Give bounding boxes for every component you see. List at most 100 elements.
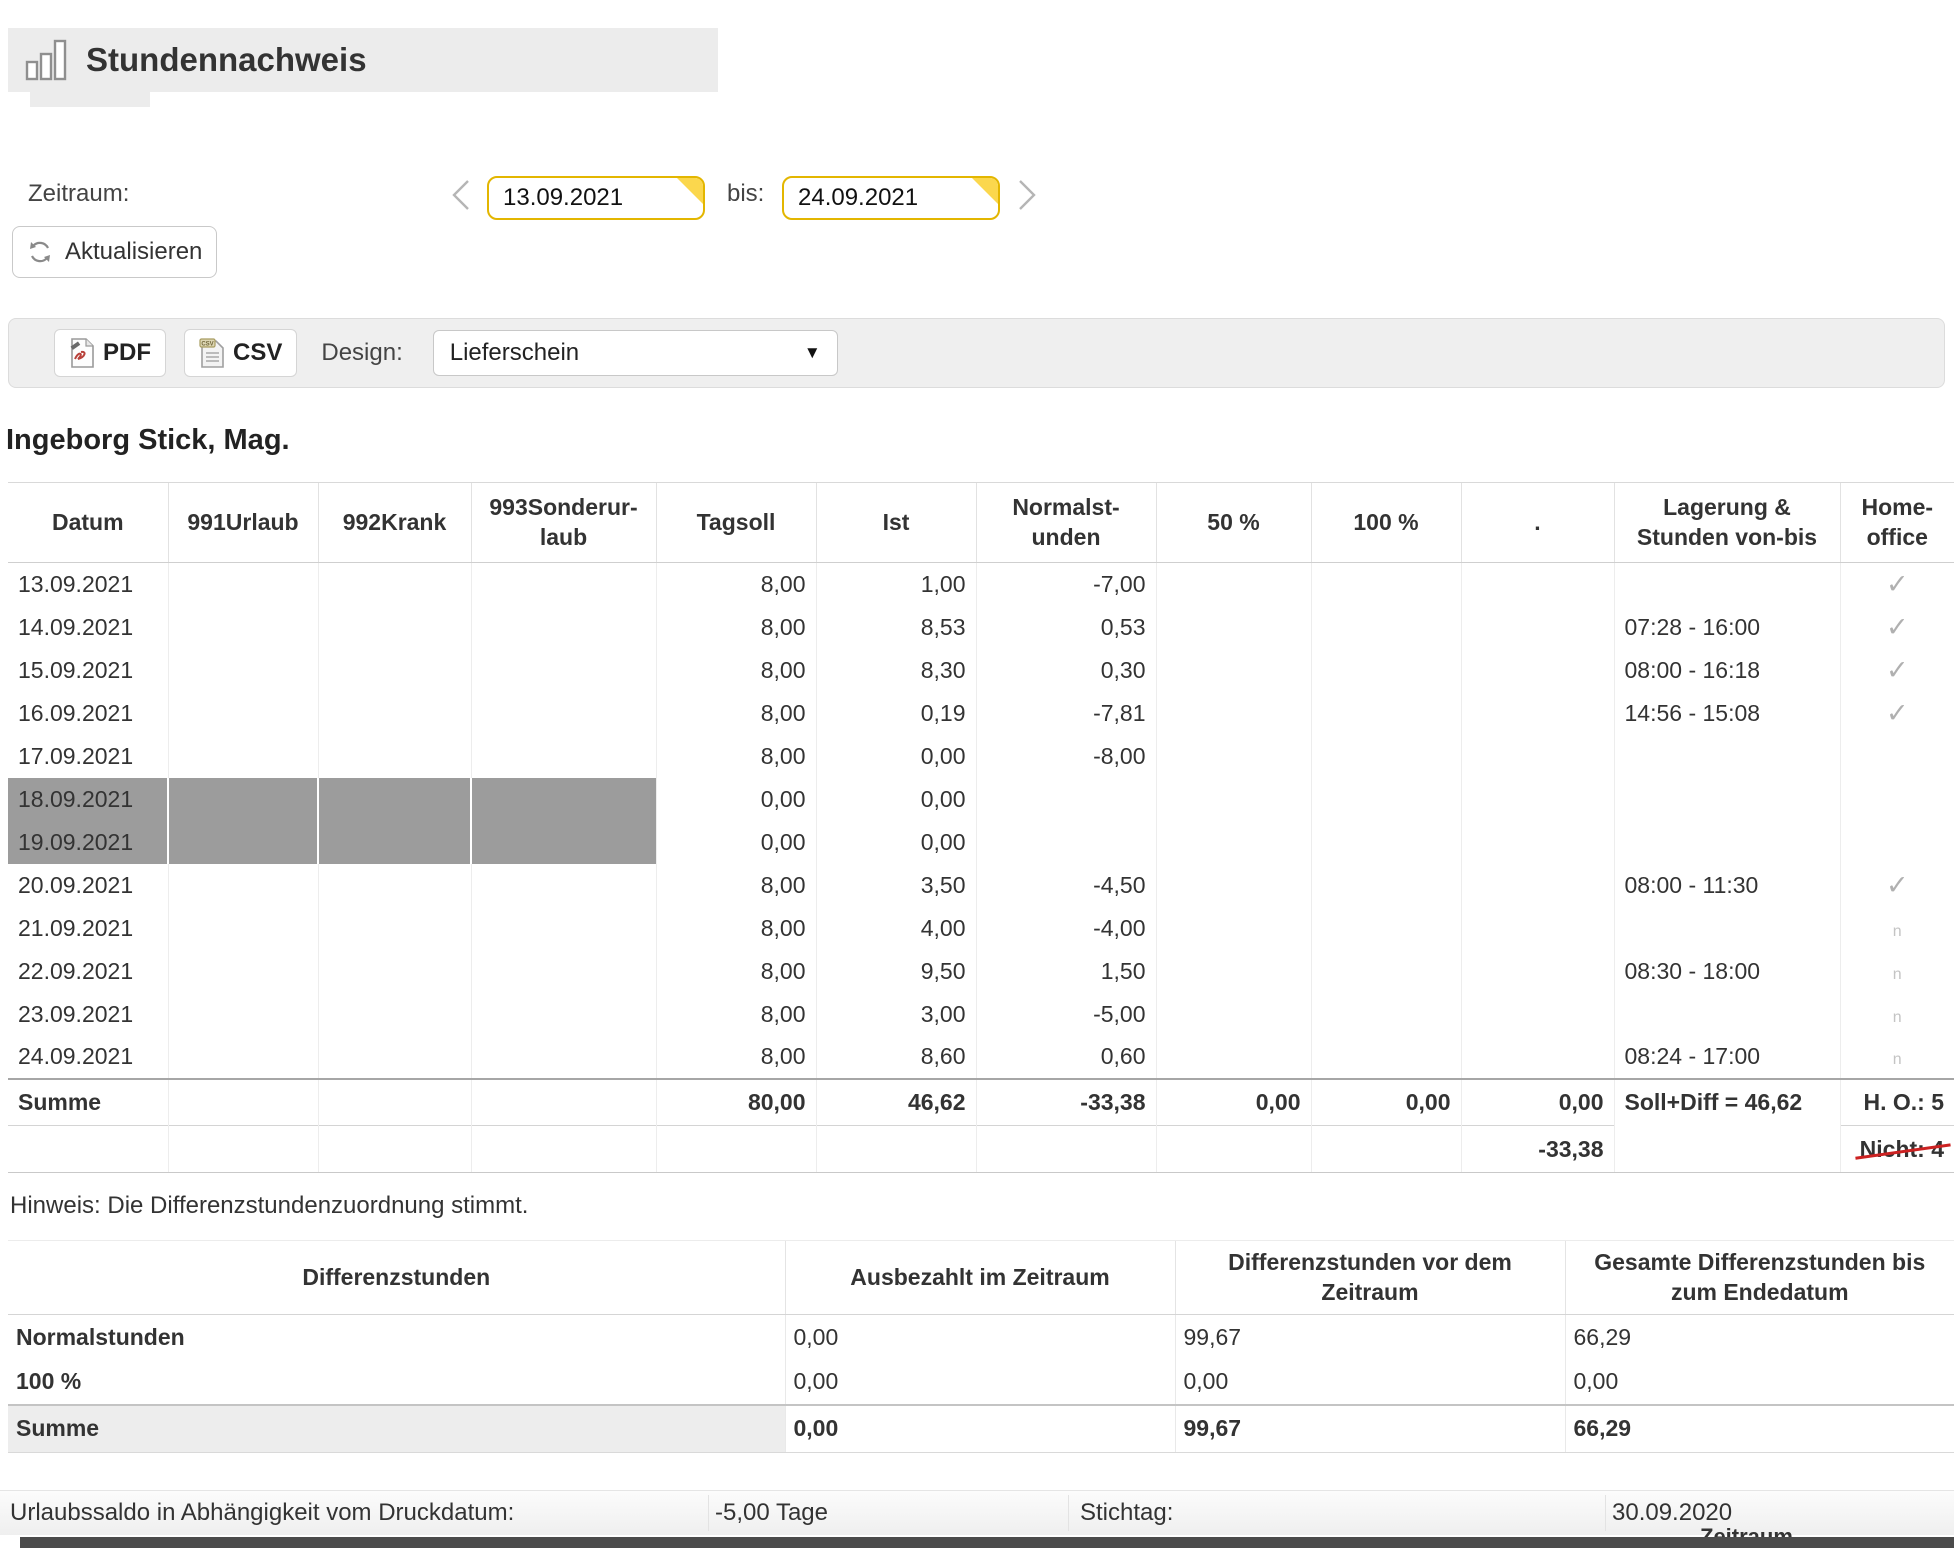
date-from-input[interactable]: 13.09.2021 [487, 176, 705, 220]
csv-export-button[interactable]: CSV CSV [184, 329, 297, 377]
cell-50-prozent [1156, 993, 1311, 1036]
column-header-zeiten: Lagerung & Stunden von-bis [1614, 483, 1840, 563]
column-header-homeoffice: Home-office [1840, 483, 1954, 563]
cell-krank-992 [318, 907, 471, 950]
cell-homeoffice [1840, 778, 1954, 821]
cell-50-prozent [1156, 1126, 1311, 1173]
cell-normalstunden [976, 821, 1156, 864]
footer-divider [1605, 1495, 1606, 1531]
csv-file-icon: CSV [199, 338, 225, 368]
cell-normalstunden: -33,38 [976, 1079, 1156, 1126]
cell-urlaub-991 [168, 821, 318, 864]
column-header-krank-992: 992Krank [318, 483, 471, 563]
cell-sonderurlaub-993 [471, 993, 656, 1036]
footer-divider [1068, 1495, 1069, 1531]
cell-100-prozent [1311, 907, 1461, 950]
timesheet-row: 24.09.20218,008,600,6008:24 - 17:00n [8, 1036, 1954, 1079]
design-label: Design: [321, 339, 402, 367]
diff-cell-ausbezahlt: 0,00 [785, 1315, 1175, 1360]
chevron-left-icon[interactable] [446, 176, 476, 214]
input-corner-fold [970, 176, 1000, 206]
timesheet-row: 19.09.20210,000,00 [8, 821, 1954, 864]
cell-normalstunden: 0,60 [976, 1036, 1156, 1079]
zeitraum-label: Zeitraum: [28, 180, 129, 208]
cell-dot [1461, 907, 1614, 950]
cell-tagsoll: 8,00 [656, 692, 816, 735]
cell-normalstunden: -8,00 [976, 735, 1156, 778]
diff-cell-differenzstunden: Summe [8, 1405, 785, 1453]
cell-normalstunden: 0,53 [976, 606, 1156, 649]
pdf-export-button[interactable]: PDF [54, 329, 166, 377]
cell-urlaub-991 [168, 950, 318, 993]
cell-normalstunden: -7,81 [976, 692, 1156, 735]
refresh-button[interactable]: Aktualisieren [12, 226, 217, 278]
cell-krank-992 [318, 993, 471, 1036]
cell-zeiten: 08:00 - 16:18 [1614, 649, 1840, 692]
nicht-count-strikethrough: Nicht: 4 [1860, 1136, 1944, 1163]
cell-sonderurlaub-993 [471, 821, 656, 864]
cell-urlaub-991 [168, 993, 318, 1036]
cell-homeoffice: ✓ [1840, 606, 1954, 649]
design-select[interactable]: Lieferschein ▼ [433, 330, 838, 376]
cell-homeoffice [1840, 821, 1954, 864]
date-to-input[interactable]: 24.09.2021 [782, 176, 1000, 220]
cell-dot: -33,38 [1461, 1126, 1614, 1173]
diff-cell-differenzstunden: 100 % [8, 1360, 785, 1405]
title-bar-stub [30, 92, 150, 107]
cell-homeoffice: n [1840, 907, 1954, 950]
timesheet-row: 17.09.20218,000,00-8,00 [8, 735, 1954, 778]
cell-dot [1461, 1036, 1614, 1079]
cell-tagsoll: 8,00 [656, 563, 816, 606]
cell-zeiten: 08:30 - 18:00 [1614, 950, 1840, 993]
cell-100-prozent [1311, 649, 1461, 692]
cell-zeiten: 08:00 - 11:30 [1614, 864, 1840, 907]
page-title: Stundennachweis [86, 41, 367, 79]
cell-zeiten: 08:24 - 17:00 [1614, 1036, 1840, 1079]
cell-dot [1461, 692, 1614, 735]
cell-50-prozent [1156, 907, 1311, 950]
cell-krank-992 [318, 735, 471, 778]
cell-tagsoll: 8,00 [656, 606, 816, 649]
design-select-value: Lieferschein [450, 339, 579, 367]
cell-100-prozent [1311, 606, 1461, 649]
cell-homeoffice: H. O.: 5 [1840, 1079, 1954, 1126]
column-header-sonderurlaub-993: 993Sonderur-laub [471, 483, 656, 563]
cell-tagsoll: 8,00 [656, 993, 816, 1036]
cell-50-prozent [1156, 864, 1311, 907]
cell-normalstunden: -4,50 [976, 864, 1156, 907]
cell-datum: 13.09.2021 [8, 563, 168, 606]
chevron-right-icon[interactable] [1012, 176, 1042, 214]
check-icon: ✓ [1886, 870, 1909, 900]
refresh-icon [27, 239, 53, 265]
cell-urlaub-991 [168, 778, 318, 821]
cell-sonderurlaub-993 [471, 907, 656, 950]
cell-sonderurlaub-993 [471, 606, 656, 649]
column-header-datum: Datum [8, 483, 168, 563]
cell-krank-992 [318, 692, 471, 735]
diff-column-header-ausbezahlt: Ausbezahlt im Zeitraum [785, 1241, 1175, 1315]
cell-sonderurlaub-993 [471, 950, 656, 993]
cell-datum: Summe [8, 1079, 168, 1126]
timesheet-row: 16.09.20218,000,19-7,8114:56 - 15:08✓ [8, 692, 1954, 735]
cell-urlaub-991 [168, 1126, 318, 1173]
diff-cell-ausbezahlt: 0,00 [785, 1405, 1175, 1453]
cell-tagsoll: 8,00 [656, 735, 816, 778]
timesheet-table: Datum991Urlaub992Krank993Sonderur-laubTa… [8, 482, 1954, 1173]
timesheet-body: 13.09.20218,001,00-7,00✓14.09.20218,008,… [8, 563, 1954, 1173]
cell-dot [1461, 649, 1614, 692]
diff-cell-vor-zeitraum: 99,67 [1175, 1405, 1565, 1453]
cell-ist: 3,00 [816, 993, 976, 1036]
timesheet-row: 21.09.20218,004,00-4,00n [8, 907, 1954, 950]
cell-krank-992 [318, 950, 471, 993]
differenzstunden-table: DifferenzstundenAusbezahlt im ZeitraumDi… [8, 1240, 1954, 1453]
cell-50-prozent: 0,00 [1156, 1079, 1311, 1126]
cell-normalstunden: -7,00 [976, 563, 1156, 606]
timesheet-row: 18.09.20210,000,00 [8, 778, 1954, 821]
timesheet-row: 20.09.20218,003,50-4,5008:00 - 11:30✓ [8, 864, 1954, 907]
cell-homeoffice: n [1840, 950, 1954, 993]
cell-homeoffice: n [1840, 993, 1954, 1036]
cell-tagsoll: 0,00 [656, 778, 816, 821]
cell-datum: 21.09.2021 [8, 907, 168, 950]
cell-ist: 0,00 [816, 821, 976, 864]
cell-50-prozent [1156, 606, 1311, 649]
